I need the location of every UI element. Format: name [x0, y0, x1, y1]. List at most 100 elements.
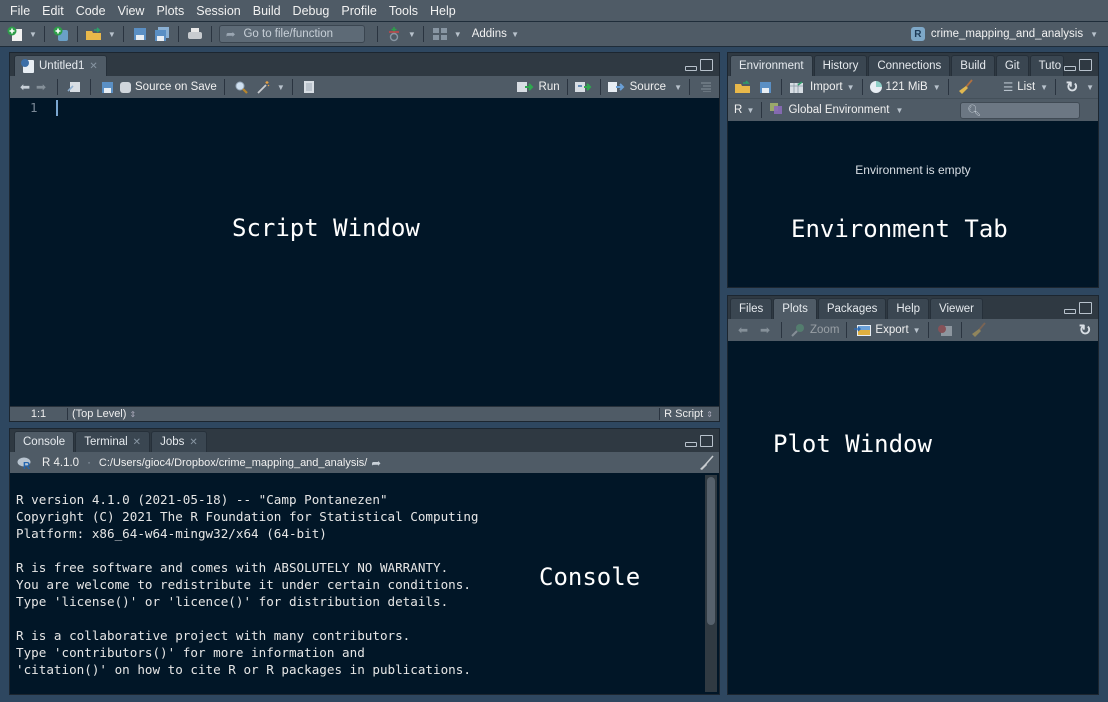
file-type-selector[interactable]: R Script ⇕: [659, 408, 719, 420]
cursor-position: 1:1: [10, 408, 68, 420]
menu-profile[interactable]: Profile: [335, 4, 382, 18]
menu-view[interactable]: View: [112, 4, 151, 18]
addins-menu[interactable]: Addins ▼: [472, 28, 519, 40]
source-on-save-checkbox[interactable]: Source on Save: [120, 81, 217, 93]
language-selector[interactable]: R ▼: [734, 104, 754, 116]
menu-debug[interactable]: Debug: [287, 4, 336, 18]
load-workspace-icon[interactable]: [734, 78, 752, 96]
code-tools-wand-icon[interactable]: [254, 78, 272, 96]
refresh-dropdown-icon[interactable]: ▼: [1086, 83, 1094, 92]
minimize-pane-button[interactable]: [1064, 309, 1076, 314]
open-file-icon[interactable]: [85, 25, 103, 43]
tab-connections[interactable]: Connections: [868, 55, 951, 76]
tab-packages[interactable]: Packages: [817, 298, 887, 319]
close-jobs-icon[interactable]: ✕: [189, 437, 197, 448]
env-toolbar: Import ▼ 121 MiB ▼ ☰ List ▼ ↻ ▼: [728, 76, 1098, 98]
compile-report-icon[interactable]: [300, 78, 318, 96]
memory-usage[interactable]: 121 MiB ▼: [869, 81, 941, 93]
vcs-dropdown-icon[interactable]: ▼: [408, 30, 416, 39]
source-status-bar: 1:1 (Top Level) ⇕ R Script ⇕: [10, 406, 719, 421]
pane-layout-icon[interactable]: [431, 25, 449, 43]
menu-code[interactable]: Code: [70, 4, 112, 18]
run-button[interactable]: Run: [516, 78, 560, 96]
tab-jobs[interactable]: Jobs ✕: [151, 431, 207, 452]
print-icon[interactable]: [186, 25, 204, 43]
menu-help[interactable]: Help: [424, 4, 462, 18]
menu-plots[interactable]: Plots: [150, 4, 190, 18]
maximize-pane-button[interactable]: [1079, 302, 1092, 314]
script-window-label: Script Window: [232, 214, 420, 242]
import-dataset-button[interactable]: Import ▼: [789, 78, 855, 96]
tab-terminal[interactable]: Terminal ✕: [75, 431, 151, 452]
version-control-icon[interactable]: [385, 25, 403, 43]
maximize-pane-button[interactable]: [700, 435, 713, 447]
environment-search-input[interactable]: 🔍︎: [960, 101, 1080, 119]
menu-build[interactable]: Build: [247, 4, 287, 18]
layout-dropdown-icon[interactable]: ▼: [454, 30, 462, 39]
go-to-file-input[interactable]: ➦ Go to file/function: [218, 25, 365, 43]
project-menu[interactable]: R crime_mapping_and_analysis ▼: [910, 22, 1098, 46]
menu-tools[interactable]: Tools: [383, 4, 424, 18]
search-icon[interactable]: [232, 78, 250, 96]
tab-build[interactable]: Build: [951, 55, 995, 76]
menu-session[interactable]: Session: [190, 4, 246, 18]
console-tab-strip: Console Terminal ✕ Jobs ✕: [10, 429, 719, 452]
clear-plots-broom-icon[interactable]: [969, 321, 987, 339]
tab-environment[interactable]: Environment: [730, 55, 813, 76]
tab-viewer[interactable]: Viewer: [930, 298, 983, 319]
new-file-dropdown-icon[interactable]: ▼: [29, 30, 37, 39]
remove-plot-icon[interactable]: [936, 321, 954, 339]
r-project-icon: R: [910, 27, 925, 41]
clear-environment-broom-icon[interactable]: [956, 78, 974, 96]
tab-files[interactable]: Files: [730, 298, 773, 319]
tab-plots[interactable]: Plots: [773, 298, 817, 319]
project-dropdown-icon: ▼: [1090, 29, 1098, 39]
refresh-icon[interactable]: ↻: [1063, 78, 1081, 96]
next-plot-icon[interactable]: ➡: [756, 321, 774, 339]
minimize-pane-button[interactable]: [685, 66, 697, 71]
tab-console[interactable]: Console: [14, 431, 75, 452]
tab-git[interactable]: Git: [995, 55, 1029, 76]
save-workspace-icon[interactable]: [756, 78, 774, 96]
forward-arrow-icon[interactable]: ➡: [32, 78, 50, 96]
tab-tutorial[interactable]: Tuto: [1029, 55, 1064, 76]
go-to-directory-icon[interactable]: ➦: [371, 456, 381, 470]
minimize-pane-button[interactable]: [1064, 66, 1076, 71]
code-editor[interactable]: 1: [10, 98, 719, 406]
open-file-dropdown-icon[interactable]: ▼: [108, 30, 116, 39]
tab-untitled1[interactable]: Untitled1 ✕: [14, 55, 107, 76]
source-dropdown-icon[interactable]: ▼: [674, 83, 682, 92]
scrollbar-thumb[interactable]: [707, 477, 715, 625]
new-project-icon[interactable]: [52, 25, 70, 43]
scope-selector[interactable]: (Top Level) ⇕: [68, 408, 659, 420]
console-scrollbar[interactable]: [705, 475, 717, 692]
code-tools-dropdown-icon[interactable]: ▼: [277, 83, 285, 92]
maximize-pane-button[interactable]: [1079, 59, 1092, 71]
source-button[interactable]: Source: [607, 78, 666, 96]
show-in-new-window-icon[interactable]: [65, 78, 83, 96]
env-scope-bar: R ▼ Global Environment ▼ 🔍︎: [728, 98, 1098, 121]
save-icon[interactable]: [98, 78, 116, 96]
clear-console-broom-icon[interactable]: [697, 454, 715, 472]
close-tab-icon[interactable]: ✕: [89, 61, 97, 72]
line-number: 1: [30, 100, 38, 115]
new-file-icon[interactable]: [6, 25, 24, 43]
save-all-icon[interactable]: [153, 25, 171, 43]
close-terminal-icon[interactable]: ✕: [133, 437, 141, 448]
tab-history[interactable]: History: [813, 55, 868, 76]
menu-file[interactable]: File: [4, 4, 36, 18]
zoom-button[interactable]: Zoom: [789, 321, 839, 339]
previous-plot-icon[interactable]: ⬅: [734, 321, 752, 339]
list-view-selector[interactable]: ☰ List ▼: [1003, 80, 1048, 94]
menu-edit[interactable]: Edit: [36, 4, 70, 18]
maximize-pane-button[interactable]: [700, 59, 713, 71]
document-outline-icon[interactable]: [697, 78, 715, 96]
environment-scope-selector[interactable]: Global Environment ▼: [769, 102, 903, 118]
tab-help[interactable]: Help: [887, 298, 930, 319]
refresh-icon[interactable]: ↻: [1076, 321, 1094, 339]
minimize-pane-button[interactable]: [685, 442, 697, 447]
export-button[interactable]: Export ▼: [854, 321, 921, 339]
svg-text:R: R: [23, 461, 31, 470]
rerun-icon[interactable]: [574, 78, 593, 96]
save-icon[interactable]: [131, 25, 149, 43]
